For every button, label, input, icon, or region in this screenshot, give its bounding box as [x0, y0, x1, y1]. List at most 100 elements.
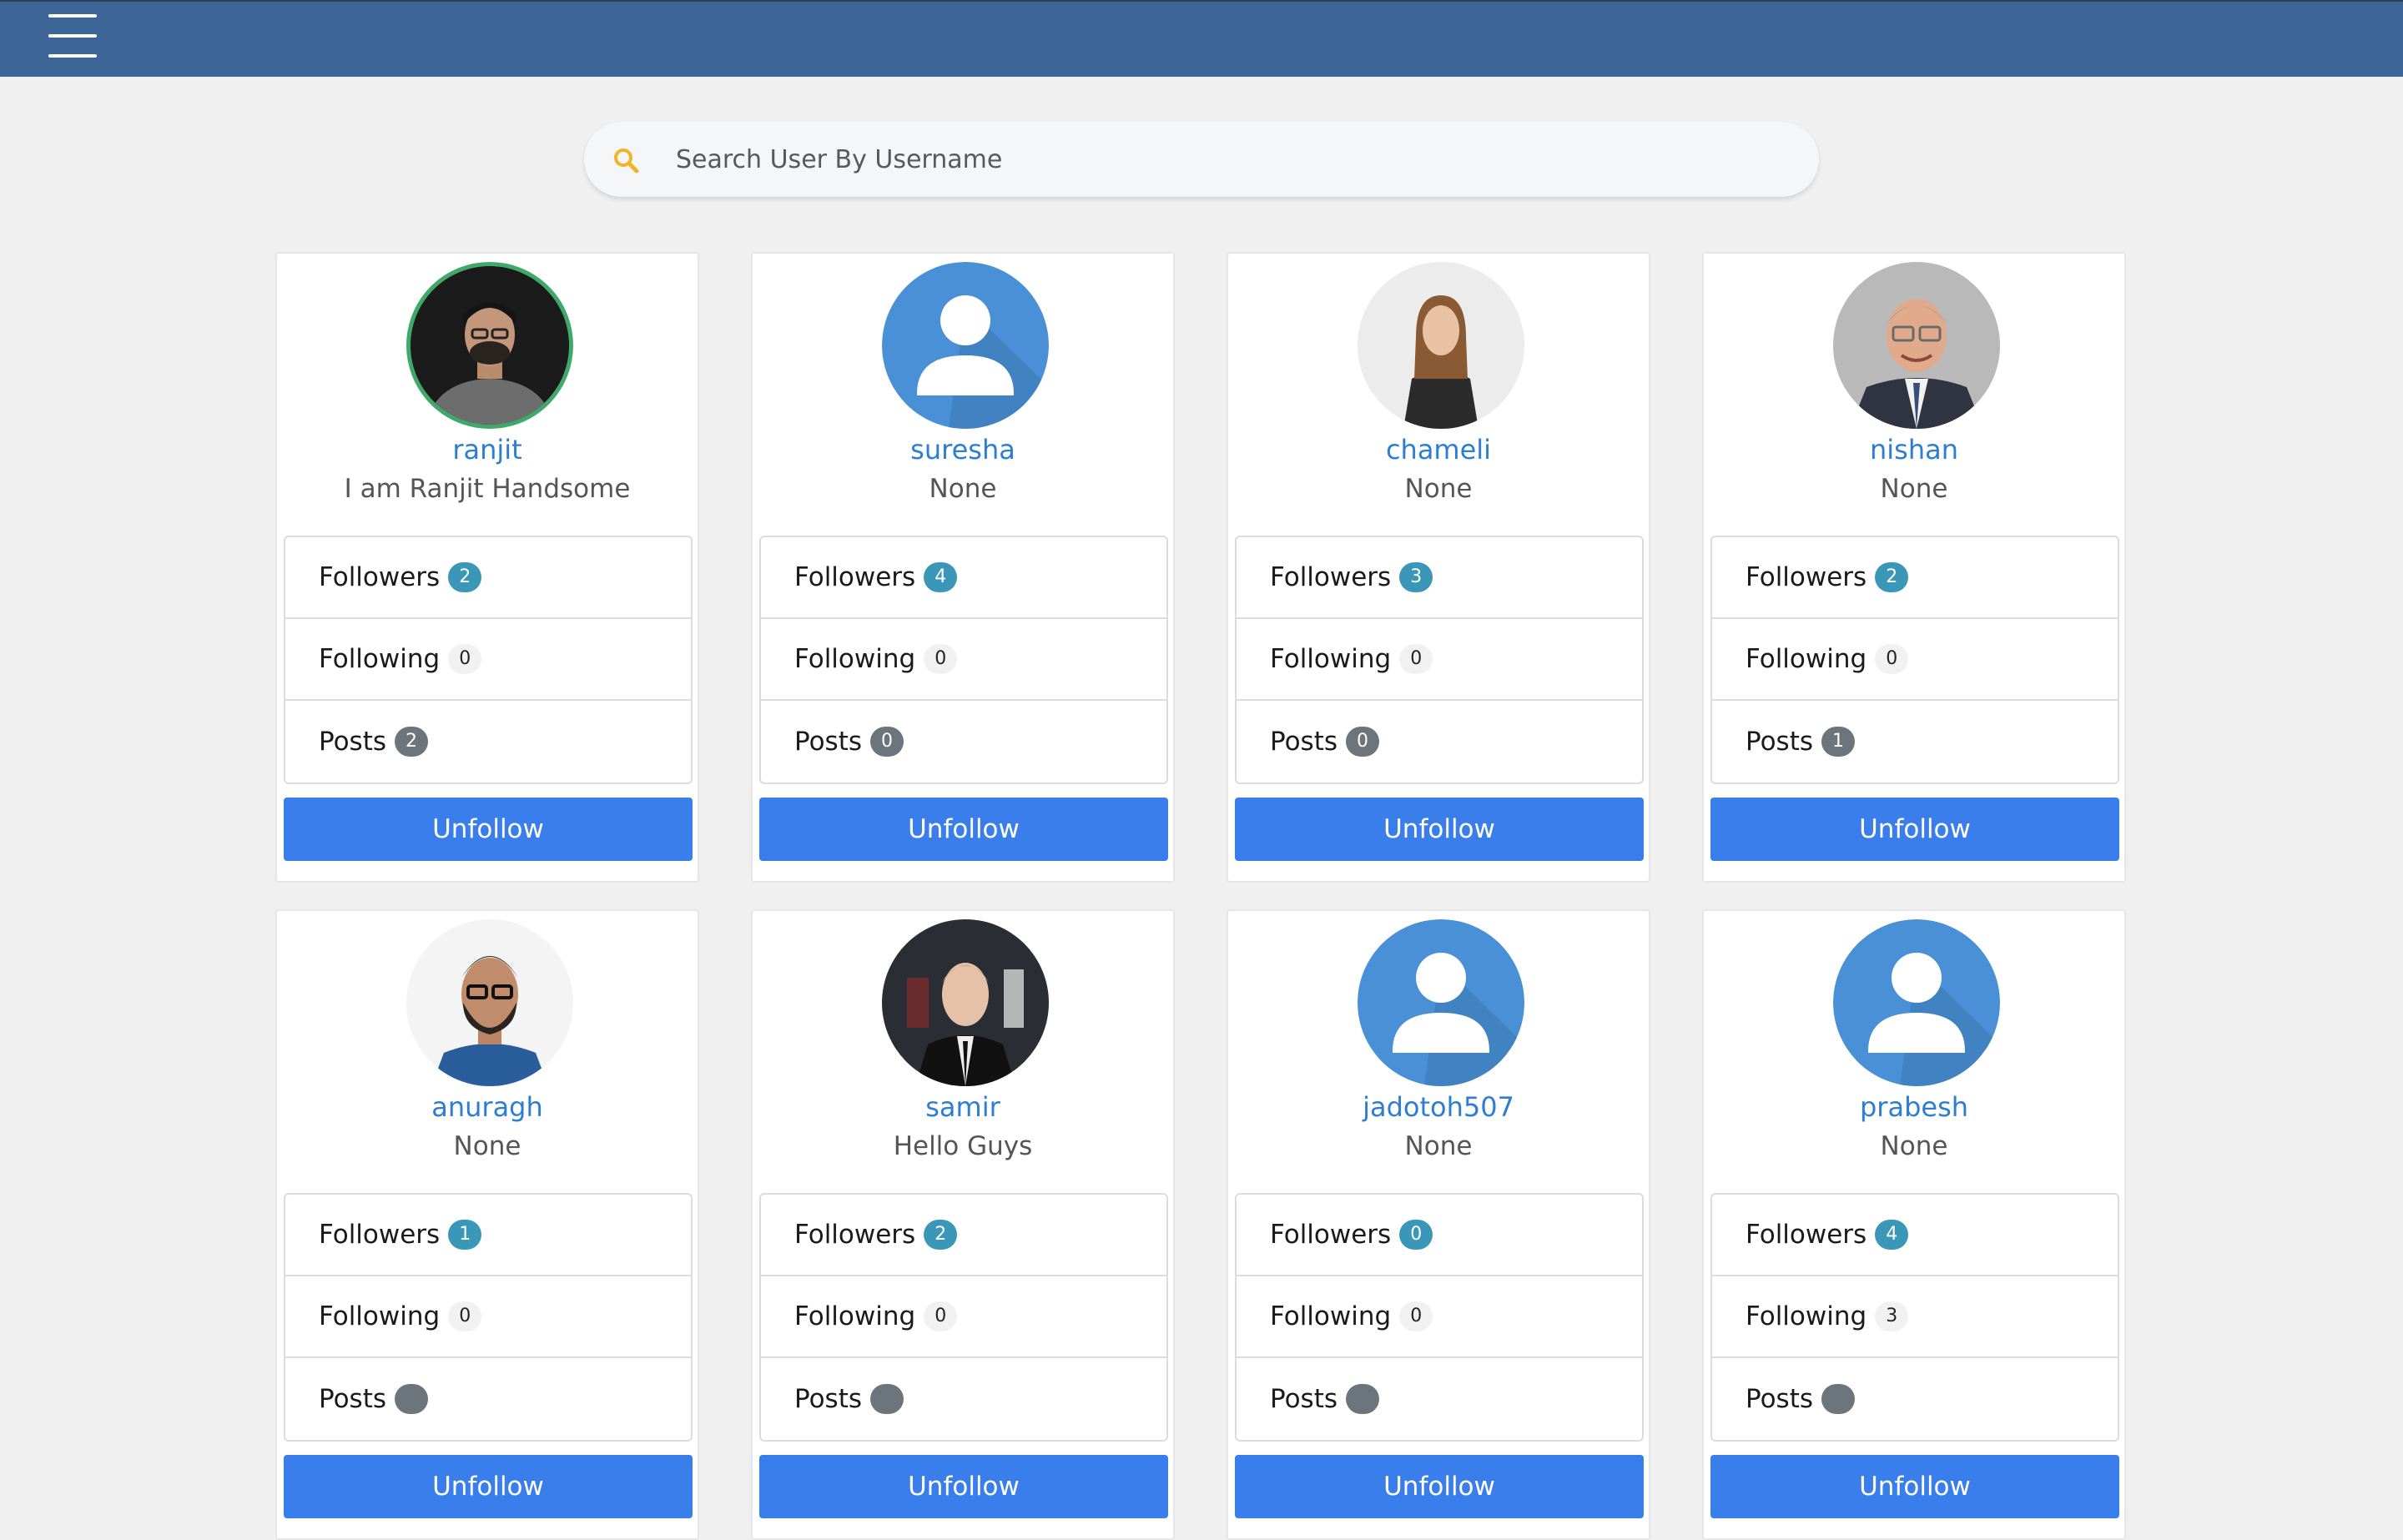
posts-stat[interactable]: Posts 2 — [285, 701, 691, 783]
following-stat[interactable]: Following 3 — [1712, 1276, 2118, 1358]
username-link[interactable]: suresha — [753, 434, 1173, 466]
user-bio: None — [1404, 474, 1473, 504]
user-stats-list: Followers 4 Following 0 Posts 0 — [759, 536, 1168, 784]
followers-stat[interactable]: Followers 4 — [1712, 1195, 2118, 1276]
following-label: Following — [1746, 644, 1867, 674]
posts-stat[interactable]: Posts — [761, 1358, 1166, 1440]
user-card: chameli None Followers 3 Following 0 Pos… — [1227, 252, 1650, 883]
posts-label: Posts — [1270, 727, 1338, 757]
user-bio: None — [1404, 1131, 1473, 1161]
posts-stat[interactable]: Posts 1 — [1712, 701, 2118, 783]
following-stat[interactable]: Following 0 — [1712, 619, 2118, 701]
posts-count-badge — [395, 1384, 429, 1414]
avatar[interactable] — [1358, 919, 1524, 1086]
following-stat[interactable]: Following 0 — [285, 619, 691, 701]
unfollow-button[interactable]: Unfollow — [1235, 798, 1644, 861]
avatar[interactable] — [1833, 919, 2000, 1086]
following-count-badge: 0 — [448, 1301, 482, 1331]
following-stat[interactable]: Following 0 — [1237, 619, 1642, 701]
followers-stat[interactable]: Followers 2 — [1712, 537, 2118, 619]
posts-count-badge: 1 — [1821, 727, 1856, 757]
search-input[interactable] — [676, 122, 1794, 197]
followers-count-badge: 4 — [924, 562, 958, 592]
search-icon — [614, 148, 639, 174]
hamburger-menu-icon[interactable] — [48, 14, 97, 61]
user-bio: None — [929, 474, 997, 504]
following-stat[interactable]: Following 0 — [1237, 1276, 1642, 1358]
unfollow-button[interactable]: Unfollow — [284, 1455, 693, 1518]
user-photo-icon — [406, 919, 573, 1086]
user-stats-list: Followers 0 Following 0 Posts — [1235, 1193, 1644, 1442]
following-count-badge: 3 — [1875, 1301, 1909, 1331]
username-link[interactable]: chameli — [1228, 434, 1649, 466]
username-link[interactable]: jadotoh507 — [1228, 1091, 1649, 1123]
username-link[interactable]: samir — [753, 1091, 1173, 1123]
posts-label: Posts — [1746, 1384, 1814, 1414]
default-user-icon — [1358, 919, 1524, 1086]
user-photo-icon — [1358, 262, 1524, 429]
default-user-icon — [882, 262, 1049, 429]
avatar[interactable] — [882, 919, 1049, 1086]
posts-stat[interactable]: Posts — [285, 1358, 691, 1440]
user-card: suresha None Followers 4 Following 0 Pos… — [751, 252, 1175, 883]
followers-stat[interactable]: Followers 3 — [1237, 537, 1642, 619]
username-link[interactable]: anuragh — [277, 1091, 698, 1123]
followers-label: Followers — [319, 1220, 441, 1250]
following-count-badge: 0 — [448, 644, 482, 674]
unfollow-button[interactable]: Unfollow — [284, 798, 693, 861]
posts-label: Posts — [794, 1384, 863, 1414]
following-label: Following — [1746, 1301, 1867, 1331]
user-stats-list: Followers 2 Following 0 Posts — [759, 1193, 1168, 1442]
followers-stat[interactable]: Followers 2 — [285, 537, 691, 619]
user-stats-list: Followers 3 Following 0 Posts 0 — [1235, 536, 1644, 784]
user-card: prabesh None Followers 4 Following 3 Pos… — [1702, 909, 2126, 1540]
posts-count-badge — [1346, 1384, 1380, 1414]
following-count-badge: 0 — [1399, 1301, 1433, 1331]
following-stat[interactable]: Following 0 — [285, 1276, 691, 1358]
user-card: nishan None Followers 2 Following 0 Post… — [1702, 252, 2126, 883]
followers-label: Followers — [319, 562, 441, 592]
followers-stat[interactable]: Followers 4 — [761, 537, 1166, 619]
posts-count-badge — [1821, 1384, 1856, 1414]
avatar[interactable] — [406, 919, 573, 1086]
followers-label: Followers — [794, 562, 916, 592]
user-photo-icon — [1833, 262, 2000, 429]
posts-stat[interactable]: Posts 0 — [1237, 701, 1642, 783]
avatar[interactable] — [1833, 262, 2000, 429]
followers-count-badge: 2 — [924, 1220, 958, 1250]
following-stat[interactable]: Following 0 — [761, 1276, 1166, 1358]
following-count-badge: 0 — [924, 644, 958, 674]
followers-stat[interactable]: Followers 0 — [1237, 1195, 1642, 1276]
user-card: samir Hello Guys Followers 2 Following 0… — [751, 909, 1175, 1540]
followers-stat[interactable]: Followers 2 — [761, 1195, 1166, 1276]
avatar[interactable] — [1358, 262, 1524, 429]
avatar[interactable] — [406, 262, 573, 429]
unfollow-button[interactable]: Unfollow — [759, 798, 1168, 861]
user-bio: None — [453, 1131, 521, 1161]
user-bio: Hello Guys — [893, 1131, 1033, 1161]
posts-stat[interactable]: Posts 0 — [761, 701, 1166, 783]
user-bio: I am Ranjit Handsome — [344, 474, 631, 504]
following-label: Following — [1270, 644, 1392, 674]
followers-label: Followers — [794, 1220, 916, 1250]
user-bio: None — [1880, 474, 1948, 504]
unfollow-button[interactable]: Unfollow — [759, 1455, 1168, 1518]
followers-count-badge: 0 — [1399, 1220, 1433, 1250]
username-link[interactable]: prabesh — [1704, 1091, 2124, 1123]
search-bar — [584, 122, 1819, 197]
avatar[interactable] — [882, 262, 1049, 429]
posts-stat[interactable]: Posts — [1237, 1358, 1642, 1440]
followers-stat[interactable]: Followers 1 — [285, 1195, 691, 1276]
following-label: Following — [319, 644, 441, 674]
unfollow-button[interactable]: Unfollow — [1235, 1455, 1644, 1518]
unfollow-button[interactable]: Unfollow — [1710, 1455, 2119, 1518]
posts-label: Posts — [319, 1384, 387, 1414]
following-count-badge: 0 — [924, 1301, 958, 1331]
posts-label: Posts — [319, 727, 387, 757]
username-link[interactable]: nishan — [1704, 434, 2124, 466]
unfollow-button[interactable]: Unfollow — [1710, 798, 2119, 861]
posts-label: Posts — [794, 727, 863, 757]
posts-stat[interactable]: Posts — [1712, 1358, 2118, 1440]
following-stat[interactable]: Following 0 — [761, 619, 1166, 701]
username-link[interactable]: ranjit — [277, 434, 698, 466]
